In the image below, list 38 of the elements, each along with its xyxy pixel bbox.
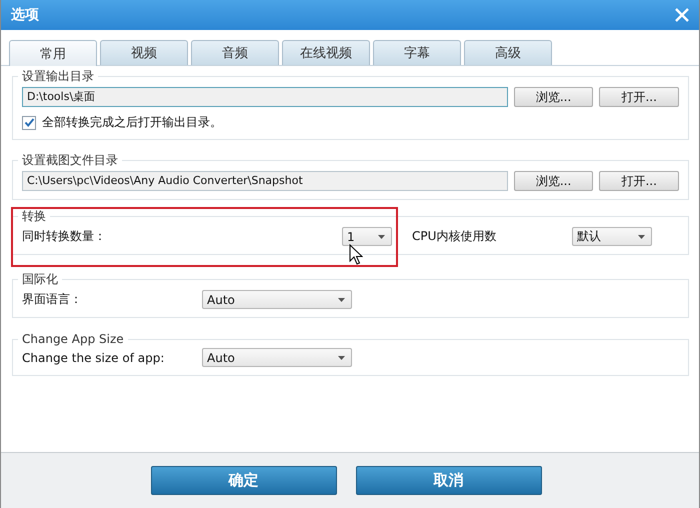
check-icon (24, 117, 34, 128)
tab[interactable]: 字幕 (373, 40, 461, 65)
checkbox-option[interactable]: 全部转换完成之后打开输出目录。 (22, 114, 679, 131)
close-icon[interactable] (675, 8, 689, 22)
dropdown[interactable]: 默认 (572, 227, 652, 246)
tab[interactable]: 在线视频 (282, 40, 370, 65)
dialog-button[interactable]: 打开... (599, 171, 679, 191)
group-title: 设置截图文件目录 (21, 152, 119, 169)
mouse-pointer-icon (349, 244, 363, 266)
path-field[interactable]: D:\tools\桌面 (22, 87, 508, 107)
tab[interactable]: 视频 (100, 40, 188, 65)
field-label: CPU内核使用数 (412, 228, 498, 245)
group-title: 设置输出目录 (21, 68, 95, 85)
dropdown-arrow-icon (338, 298, 345, 302)
dialog-button[interactable]: 浏览... (514, 87, 594, 107)
dropdown[interactable]: Auto (202, 290, 352, 309)
dropdown-arrow-icon (638, 234, 645, 238)
field-label: 界面语言： (22, 291, 83, 308)
dropdown-arrow-icon (378, 234, 385, 238)
field-label: Change the size of app: (22, 350, 166, 364)
tab[interactable]: 常用 (9, 40, 97, 66)
group-title: 转换 (21, 208, 47, 225)
checkbox[interactable] (22, 116, 36, 130)
group-title: Change App Size (21, 332, 125, 346)
dialog-button[interactable]: 打开... (599, 87, 679, 107)
dialog-button[interactable]: 取消 (356, 466, 542, 495)
path-field[interactable]: C:\Users\pc\Videos\Any Audio Converter\Snapshot (22, 171, 508, 191)
dropdown[interactable]: Auto (202, 348, 352, 367)
dialog-button[interactable]: 确定 (150, 466, 336, 495)
group-title: 国际化 (21, 271, 59, 288)
dropdown[interactable]: 1 (342, 227, 392, 246)
checkbox-label: 全部转换完成之后打开输出目录。 (42, 114, 222, 131)
tab[interactable]: 高级 (464, 40, 552, 65)
window-title: 选项 (11, 6, 39, 24)
tab[interactable]: 音频 (191, 40, 279, 65)
dialog-button[interactable]: 浏览... (514, 171, 594, 191)
field-label: 同时转换数量： (22, 228, 107, 245)
dropdown-arrow-icon (338, 356, 345, 360)
